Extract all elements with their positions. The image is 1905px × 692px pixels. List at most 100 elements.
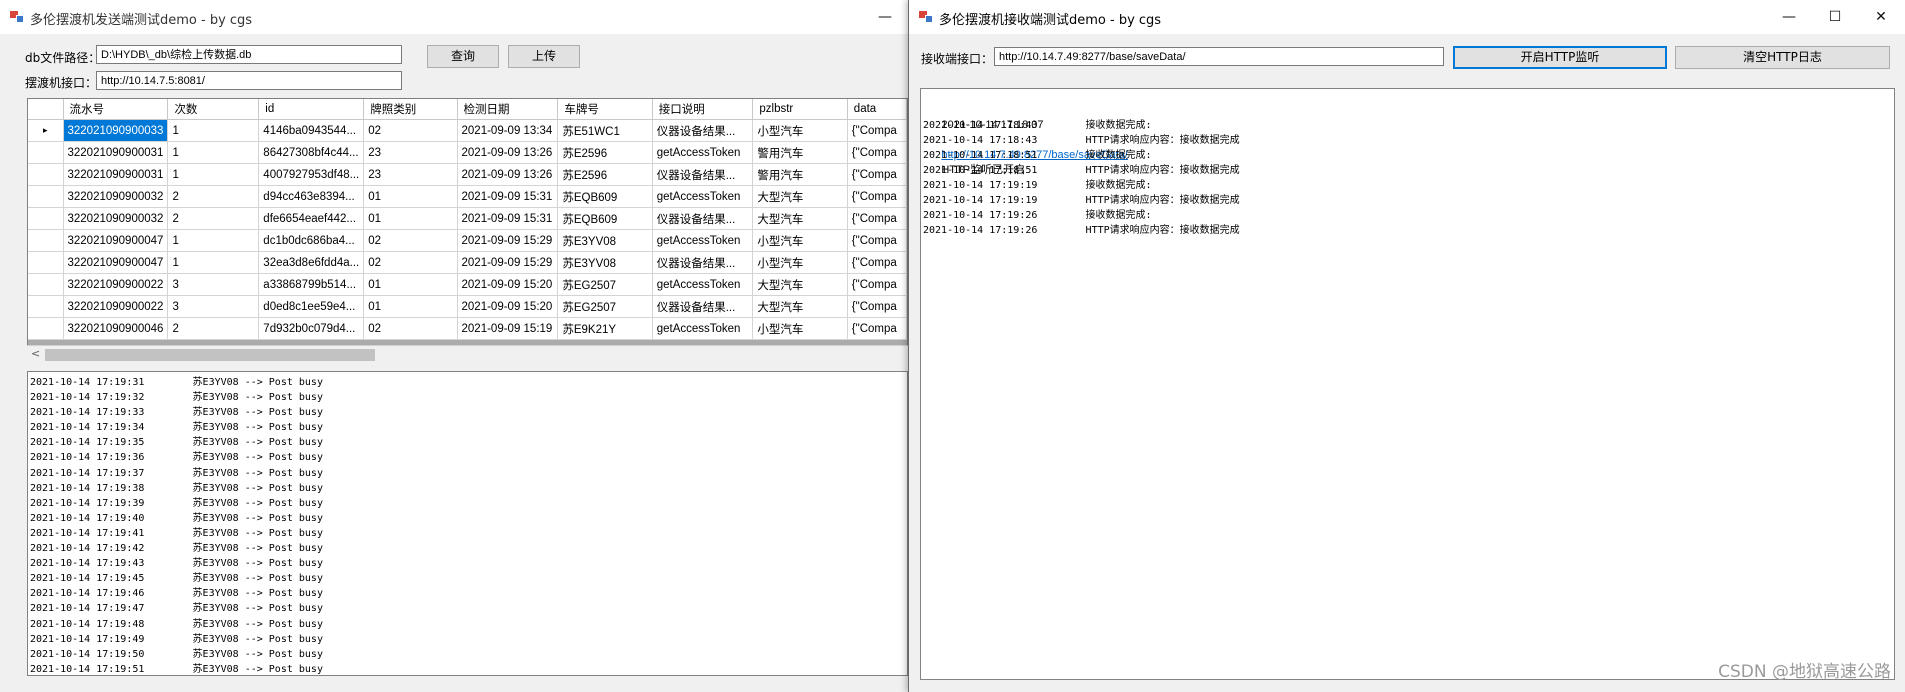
row-header-cell[interactable] xyxy=(28,229,64,252)
table-row[interactable]: 322021090900031 1 86427308bf4c44... 23 2021-… xyxy=(28,141,907,164)
receiver-minimize-icon[interactable]: — xyxy=(1766,0,1812,34)
row-header-cell[interactable]: ▸ xyxy=(28,119,64,142)
table-cell[interactable]: 仪器设备结果... xyxy=(652,207,754,230)
table-cell[interactable]: 苏E51WC1 xyxy=(557,119,653,142)
table-row[interactable]: 322021090900032 2 dfe6654eaef442... 01 2021-… xyxy=(28,207,907,230)
table-cell[interactable]: 警用汽车 xyxy=(752,163,848,186)
table-cell[interactable]: {"Compa xyxy=(847,119,907,142)
table-cell[interactable]: 1 xyxy=(167,163,260,186)
table-cell[interactable]: a33868799b514... xyxy=(258,273,365,296)
table-cell[interactable]: 苏EQB609 xyxy=(557,185,653,208)
table-cell[interactable]: 苏E2596 xyxy=(557,141,653,164)
table-cell[interactable]: 2021-09-09 15:31 xyxy=(457,185,559,208)
table-row[interactable]: 322021090900022 3 d0ed8c1ee59e4... 01 2021-0… xyxy=(28,295,907,318)
table-cell[interactable]: 322021090900031 xyxy=(63,163,169,186)
table-cell[interactable]: 2 xyxy=(167,185,260,208)
table-cell[interactable]: 苏E9K21Y xyxy=(557,317,653,340)
receive-port-input[interactable]: http://10.14.7.49:8277/base/saveData/ xyxy=(994,47,1444,66)
table-cell[interactable]: 小型汽车 xyxy=(752,229,848,252)
table-row[interactable]: ▸ 322021090900033 1 4146ba0943544... 02 2021-… xyxy=(28,119,907,142)
table-cell[interactable]: 苏EQB609 xyxy=(557,207,653,230)
table-cell[interactable]: 仪器设备结果... xyxy=(652,295,754,318)
row-header-cell[interactable] xyxy=(28,185,64,208)
table-cell[interactable]: 1 xyxy=(167,229,260,252)
table-row[interactable]: 322021090900046 2 7d932b0c079d4... 02 2021-0… xyxy=(28,317,907,340)
table-cell[interactable]: 322021090900032 xyxy=(63,185,169,208)
table-cell[interactable]: getAccessToken xyxy=(652,141,754,164)
db-path-input[interactable]: D:\HYDB\_db\综检上传数据.db xyxy=(96,45,402,64)
column-header[interactable]: 检测日期 xyxy=(457,99,559,120)
table-cell[interactable]: 4146ba0943544... xyxy=(258,119,365,142)
table-cell[interactable]: {"Compa xyxy=(847,295,907,318)
table-cell[interactable]: 322021090900032 xyxy=(63,207,169,230)
row-header-cell[interactable] xyxy=(28,207,64,230)
column-header[interactable]: 车牌号 xyxy=(557,99,653,120)
table-row[interactable]: 322021090900031 1 4007927953df48... 23 2021-… xyxy=(28,163,907,186)
ferry-port-input[interactable]: http://10.14.7.5:8081/ xyxy=(96,71,402,90)
column-header[interactable]: data xyxy=(847,99,907,120)
table-cell[interactable]: 4007927953df48... xyxy=(258,163,365,186)
upload-button[interactable]: 上传 xyxy=(508,45,580,68)
table-cell[interactable]: 1 xyxy=(167,141,260,164)
table-cell[interactable]: 2021-09-09 15:20 xyxy=(457,273,559,296)
column-header[interactable]: 次数 xyxy=(167,99,260,120)
row-header-cell[interactable] xyxy=(28,295,64,318)
row-header-cell[interactable] xyxy=(28,317,64,340)
table-cell[interactable]: 02 xyxy=(363,251,458,274)
row-header-cell[interactable] xyxy=(28,163,64,186)
receiver-maximize-icon[interactable]: ☐ xyxy=(1812,0,1858,34)
table-cell[interactable]: dfe6654eaef442... xyxy=(258,207,365,230)
table-cell[interactable]: getAccessToken xyxy=(652,273,754,296)
row-header-cell[interactable] xyxy=(28,251,64,274)
table-cell[interactable]: 仪器设备结果... xyxy=(652,163,754,186)
sender-log-box[interactable]: 2021-10-14 17:19:31 苏E3YV08 --> Post bus… xyxy=(27,371,908,676)
table-cell[interactable]: 322021090900047 xyxy=(63,229,169,252)
table-cell[interactable]: {"Compa xyxy=(847,141,907,164)
table-cell[interactable]: 大型汽车 xyxy=(752,207,848,230)
table-row[interactable]: 322021090900032 2 d94cc463e8394... 01 2021-0… xyxy=(28,185,907,208)
table-cell[interactable]: 苏E3YV08 xyxy=(557,251,653,274)
table-cell[interactable]: 小型汽车 xyxy=(752,119,848,142)
table-cell[interactable]: {"Compa xyxy=(847,251,907,274)
table-cell[interactable]: 322021090900031 xyxy=(63,141,169,164)
table-row[interactable]: 322021090900022 3 a33868799b514... 01 2021-0… xyxy=(28,273,907,296)
receiver-close-icon[interactable]: ✕ xyxy=(1858,0,1904,34)
receiver-titlebar[interactable]: 多伦摆渡机接收端测试demo - by cgs — ☐ ✕ xyxy=(909,0,1905,34)
table-cell[interactable]: d94cc463e8394... xyxy=(258,185,365,208)
table-cell[interactable]: 仪器设备结果... xyxy=(652,251,754,274)
table-cell[interactable]: 2021-09-09 15:19 xyxy=(457,317,559,340)
column-header[interactable]: 牌照类别 xyxy=(363,99,458,120)
table-cell[interactable]: 01 xyxy=(363,273,458,296)
table-cell[interactable]: 3 xyxy=(167,273,260,296)
table-cell[interactable]: 苏E3YV08 xyxy=(557,229,653,252)
scroll-thumb[interactable] xyxy=(45,349,375,361)
scroll-left-icon[interactable]: < xyxy=(31,347,40,360)
table-cell[interactable]: 2021-09-09 15:29 xyxy=(457,251,559,274)
table-cell[interactable]: 23 xyxy=(363,163,458,186)
receiver-log-box[interactable]: 2021-10-14 17:18:07 http://10.14.7.49:82… xyxy=(920,88,1895,680)
table-cell[interactable]: 苏E2596 xyxy=(557,163,653,186)
table-cell[interactable]: 02 xyxy=(363,229,458,252)
table-cell[interactable]: 小型汽车 xyxy=(752,317,848,340)
table-cell[interactable]: 2 xyxy=(167,317,260,340)
table-cell[interactable]: {"Compa xyxy=(847,273,907,296)
table-cell[interactable]: {"Compa xyxy=(847,317,907,340)
table-cell[interactable]: 2021-09-09 15:31 xyxy=(457,207,559,230)
table-cell[interactable]: 3 xyxy=(167,295,260,318)
table-cell[interactable]: 小型汽车 xyxy=(752,251,848,274)
column-header[interactable]: id xyxy=(258,99,365,120)
table-cell[interactable]: 2021-09-09 13:26 xyxy=(457,141,559,164)
table-cell[interactable]: 警用汽车 xyxy=(752,141,848,164)
table-cell[interactable]: 322021090900022 xyxy=(63,295,169,318)
table-cell[interactable]: {"Compa xyxy=(847,229,907,252)
table-cell[interactable]: getAccessToken xyxy=(652,317,754,340)
table-cell[interactable]: 仪器设备结果... xyxy=(652,119,754,142)
table-cell[interactable]: 1 xyxy=(167,251,260,274)
table-cell[interactable]: {"Compa xyxy=(847,185,907,208)
table-cell[interactable]: 01 xyxy=(363,185,458,208)
table-cell[interactable]: 01 xyxy=(363,295,458,318)
query-button[interactable]: 查询 xyxy=(427,45,499,68)
table-cell[interactable]: 23 xyxy=(363,141,458,164)
table-cell[interactable]: 02 xyxy=(363,119,458,142)
table-cell[interactable]: {"Compa xyxy=(847,163,907,186)
